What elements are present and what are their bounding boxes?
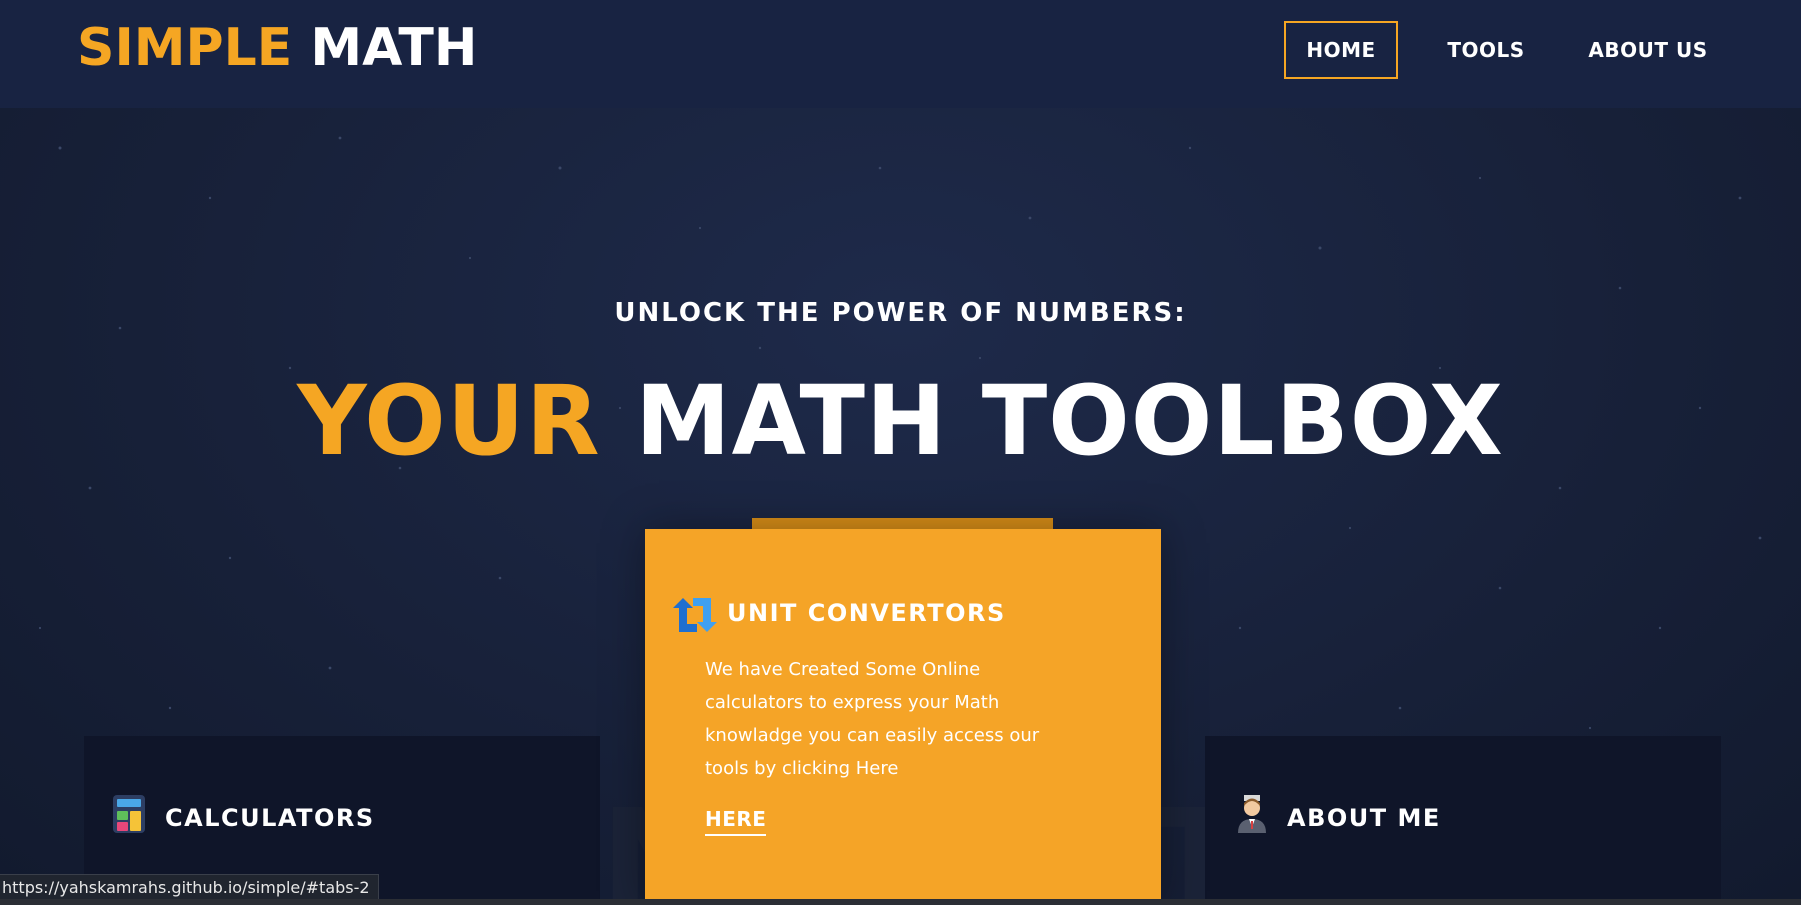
- hero-subtitle: UNLOCK THE POWER OF NUMBERS:: [614, 298, 1187, 328]
- site-header: SIMPLE MATH HOME TOOLS ABOUT US: [0, 0, 1801, 108]
- unit-convertors-card-title: UNIT CONVERTORS: [727, 599, 1006, 627]
- about-me-card-title: ABOUT ME: [1287, 804, 1441, 832]
- calculator-icon: [113, 795, 145, 833]
- site-logo[interactable]: SIMPLE MATH: [77, 18, 477, 78]
- unit-convertors-here-link[interactable]: HERE: [705, 807, 767, 836]
- unit-convertors-card-description: We have Created Some Online calculators …: [705, 659, 1040, 779]
- nav-tools[interactable]: TOOLS: [1434, 21, 1538, 79]
- convert-arrows-icon: [673, 598, 717, 632]
- hero-title-rest: MATH TOOLBOX: [635, 365, 1504, 477]
- logo-accent: SIMPLE: [77, 18, 293, 78]
- browser-status-url: https://yahskamrahs.github.io/simple/#ta…: [0, 874, 379, 901]
- unit-convertors-card: UNIT CONVERTORS We have Created Some Onl…: [645, 529, 1161, 905]
- browser-bottom-edge: [0, 899, 1801, 905]
- calculators-card-title: CALCULATORS: [165, 804, 375, 832]
- about-me-card[interactable]: ABOUT ME: [1205, 736, 1721, 905]
- person-avatar-icon: [1238, 795, 1266, 833]
- hero-title-accent: YOUR: [297, 365, 601, 477]
- logo-text: MATH: [310, 18, 478, 78]
- hero-title: YOUR MATH TOOLBOX: [0, 365, 1801, 477]
- nav-home[interactable]: HOME: [1284, 21, 1398, 79]
- nav-about-us[interactable]: ABOUT US: [1578, 21, 1718, 79]
